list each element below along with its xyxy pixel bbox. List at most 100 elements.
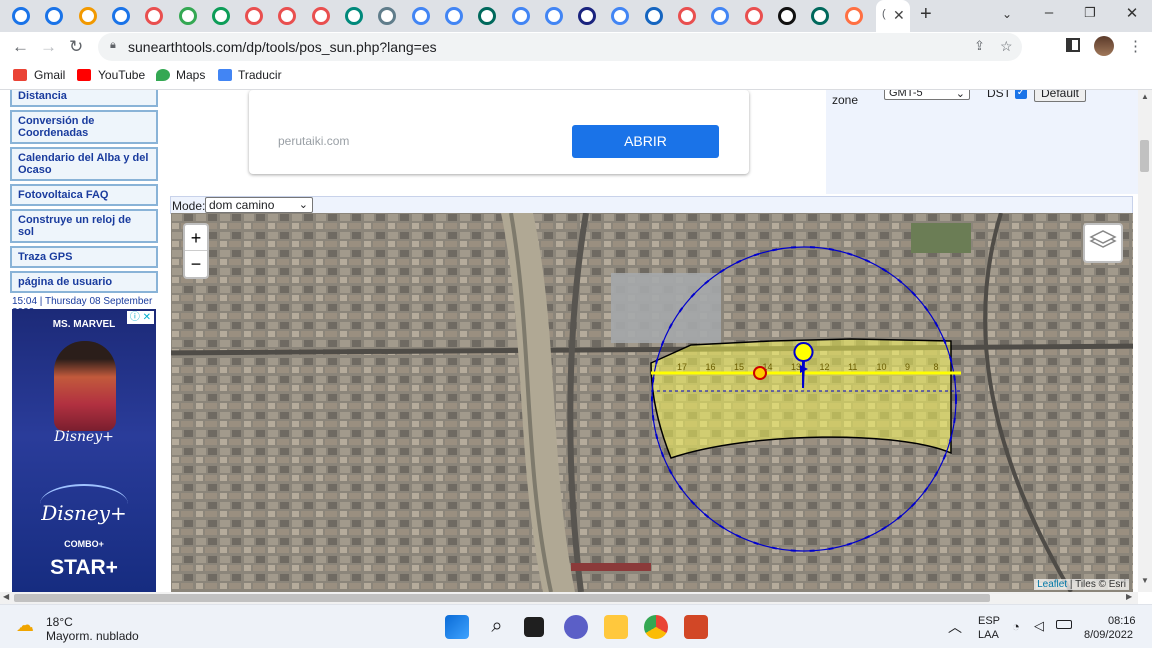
tab-favicon-icon[interactable] <box>111 7 130 25</box>
ad-open-button[interactable]: ABRIR <box>572 125 719 158</box>
minimize-icon[interactable]: – <box>1034 4 1064 21</box>
sidebar-item-distancia[interactable]: Distancia <box>10 90 158 107</box>
sun-position-marker[interactable] <box>753 366 767 380</box>
leaflet-link[interactable]: Leaflet <box>1037 579 1067 590</box>
default-button[interactable]: Default <box>1034 90 1086 102</box>
task-view-icon[interactable] <box>524 617 544 637</box>
restore-icon[interactable]: ❐ <box>1075 5 1105 21</box>
powerpoint-icon[interactable] <box>684 615 708 639</box>
side-panel-icon[interactable] <box>1066 38 1080 52</box>
tab-favicon-icon[interactable] <box>478 7 497 25</box>
address-url[interactable]: sunearthtools.com/dp/tools/pos_sun.php?l… <box>128 39 437 55</box>
active-tab[interactable]: ( ✕ <box>876 0 910 32</box>
new-tab-button[interactable]: + <box>920 3 932 26</box>
mode-select[interactable]: dom camino ⌄ <box>205 197 313 213</box>
chrome-icon[interactable] <box>644 615 668 639</box>
bookmark-maps[interactable]: Maps <box>176 68 205 82</box>
scroll-down-icon[interactable]: ▼ <box>1141 576 1149 585</box>
bookmark-traducir[interactable]: Traducir <box>238 68 282 82</box>
timezone-panel: zone GMT-5 ⌄ DST ✓ Default <box>826 90 1138 194</box>
tab-favicon-icon[interactable] <box>78 7 97 25</box>
reload-icon[interactable]: ↻ <box>69 37 83 57</box>
tray-chevron-icon[interactable]: ︿ <box>948 617 962 637</box>
address-bar[interactable]: 🔒︎ sunearthtools.com/dp/tools/pos_sun.ph… <box>98 33 1022 61</box>
tab-favicon-icon[interactable] <box>644 7 663 25</box>
bookmark-gmail[interactable]: Gmail <box>34 68 65 82</box>
battery-icon[interactable] <box>1056 620 1072 629</box>
close-window-icon[interactable]: ✕ <box>1117 4 1147 22</box>
tab-favicon-icon[interactable] <box>12 7 30 25</box>
chat-icon[interactable] <box>564 615 588 639</box>
dst-checkbox[interactable]: ✓ <box>1015 90 1027 99</box>
bookmark-star-icon[interactable]: ☆ <box>1000 38 1013 55</box>
tab-search-icon[interactable]: ⌄ <box>992 7 1022 21</box>
tab-favicon-icon[interactable] <box>278 7 297 25</box>
tab-favicon-icon[interactable] <box>811 7 830 25</box>
weather-description[interactable]: Mayorm. nublado <box>46 629 139 643</box>
start-icon[interactable] <box>445 615 469 639</box>
zoom-control: + − <box>183 223 209 279</box>
tab-favicon-icon[interactable] <box>145 7 164 25</box>
clock-date[interactable]: 8/09/2022 <box>1084 629 1133 641</box>
vertical-scroll-thumb[interactable] <box>1140 140 1149 172</box>
weather-cloud-icon[interactable]: ☁ <box>16 615 34 636</box>
sidebar-item-reloj-sol[interactable]: Construye un reloj de sol <box>10 209 158 243</box>
tab-favicon-icon[interactable] <box>777 7 796 25</box>
file-explorer-icon[interactable] <box>604 615 628 639</box>
scroll-right-icon[interactable]: ▶ <box>1126 592 1132 601</box>
tab-favicon-icon[interactable] <box>744 7 763 25</box>
tab-favicon-icon[interactable] <box>844 7 863 25</box>
tab-favicon-icon[interactable] <box>211 7 230 25</box>
zoom-in-button[interactable]: + <box>185 225 207 251</box>
sidebar-item-conversion[interactable]: Conversión de Coordenadas <box>10 110 158 144</box>
clock-time[interactable]: 08:16 <box>1108 615 1136 627</box>
wifi-icon[interactable]: ◔ <box>1012 619 1020 634</box>
tab-favicon-icon[interactable] <box>378 7 397 25</box>
sun-hour-label: 10 <box>877 362 887 372</box>
tab-favicon-icon[interactable] <box>511 7 530 25</box>
language-bottom[interactable]: LAA <box>978 629 999 641</box>
sidebar-item-traza-gps[interactable]: Traza GPS <box>10 246 158 268</box>
tab-favicon-icon[interactable] <box>611 7 630 25</box>
disney-ad-banner[interactable]: MS. MARVEL Disney+ Disney+ COMBO+ STAR+ <box>12 309 156 592</box>
search-icon[interactable]: ⌕ <box>485 615 509 639</box>
profile-avatar[interactable] <box>1094 36 1114 56</box>
tab-favicon-icon[interactable] <box>711 7 730 25</box>
page-content: Distancia Conversión de Coordenadas Cale… <box>0 90 1138 592</box>
layers-button[interactable] <box>1083 223 1123 263</box>
zoom-out-button[interactable]: − <box>185 251 207 277</box>
tab-favicon-icon[interactable] <box>411 7 430 25</box>
timezone-select[interactable]: GMT-5 ⌄ <box>884 90 970 100</box>
forward-icon[interactable]: → <box>40 37 57 57</box>
tab-favicon-icon[interactable] <box>45 7 64 25</box>
tab-favicon-icon[interactable] <box>544 7 563 25</box>
tab-favicon-icon[interactable] <box>678 7 696 25</box>
map-canvas[interactable]: 17 16 15 14 13 12 11 10 9 8 <box>171 213 1133 592</box>
tab-favicon-icon[interactable] <box>245 7 264 25</box>
sidebar-item-usuario[interactable]: página de usuario <box>10 271 158 293</box>
satellite-map[interactable]: 17 16 15 14 13 12 11 10 9 8 + − Leaflet | Tiles ©… <box>171 213 1133 592</box>
menu-icon[interactable]: ⋮ <box>1128 37 1143 55</box>
tab-favicon-icon[interactable] <box>345 7 363 25</box>
horizontal-scrollbar[interactable]: ◀ ▶ <box>0 592 1138 604</box>
scroll-up-icon[interactable]: ▲ <box>1141 92 1149 101</box>
horizontal-scroll-thumb[interactable] <box>14 594 990 602</box>
sidebar-item-calendario[interactable]: Calendario del Alba y del Ocaso <box>10 147 158 181</box>
vertical-scrollbar[interactable]: ▲ ▼ <box>1138 90 1152 592</box>
bookmark-youtube[interactable]: YouTube <box>98 68 145 82</box>
language-top[interactable]: ESP <box>978 615 1000 627</box>
ad-card[interactable]: perutaiki.com ABRIR <box>249 90 749 174</box>
scroll-left-icon[interactable]: ◀ <box>3 592 9 601</box>
sidebar-item-fotovoltaica[interactable]: Fotovoltaica FAQ <box>10 184 158 206</box>
lock-icon[interactable]: 🔒︎ <box>110 39 116 52</box>
tab-favicon-icon[interactable] <box>178 7 197 25</box>
tab-favicon-icon[interactable] <box>311 7 330 25</box>
share-icon[interactable]: ⇪ <box>974 38 985 54</box>
ad-info-icon[interactable]: ⓘ ✕ <box>127 311 154 324</box>
tab-favicon-icon[interactable] <box>578 7 597 25</box>
volume-icon[interactable]: ◁ <box>1034 618 1044 634</box>
tab-favicon-icon[interactable] <box>444 7 463 25</box>
back-icon[interactable]: ← <box>12 37 29 57</box>
weather-temperature[interactable]: 18°C <box>46 615 73 629</box>
close-tab-icon[interactable]: ✕ <box>893 7 905 24</box>
